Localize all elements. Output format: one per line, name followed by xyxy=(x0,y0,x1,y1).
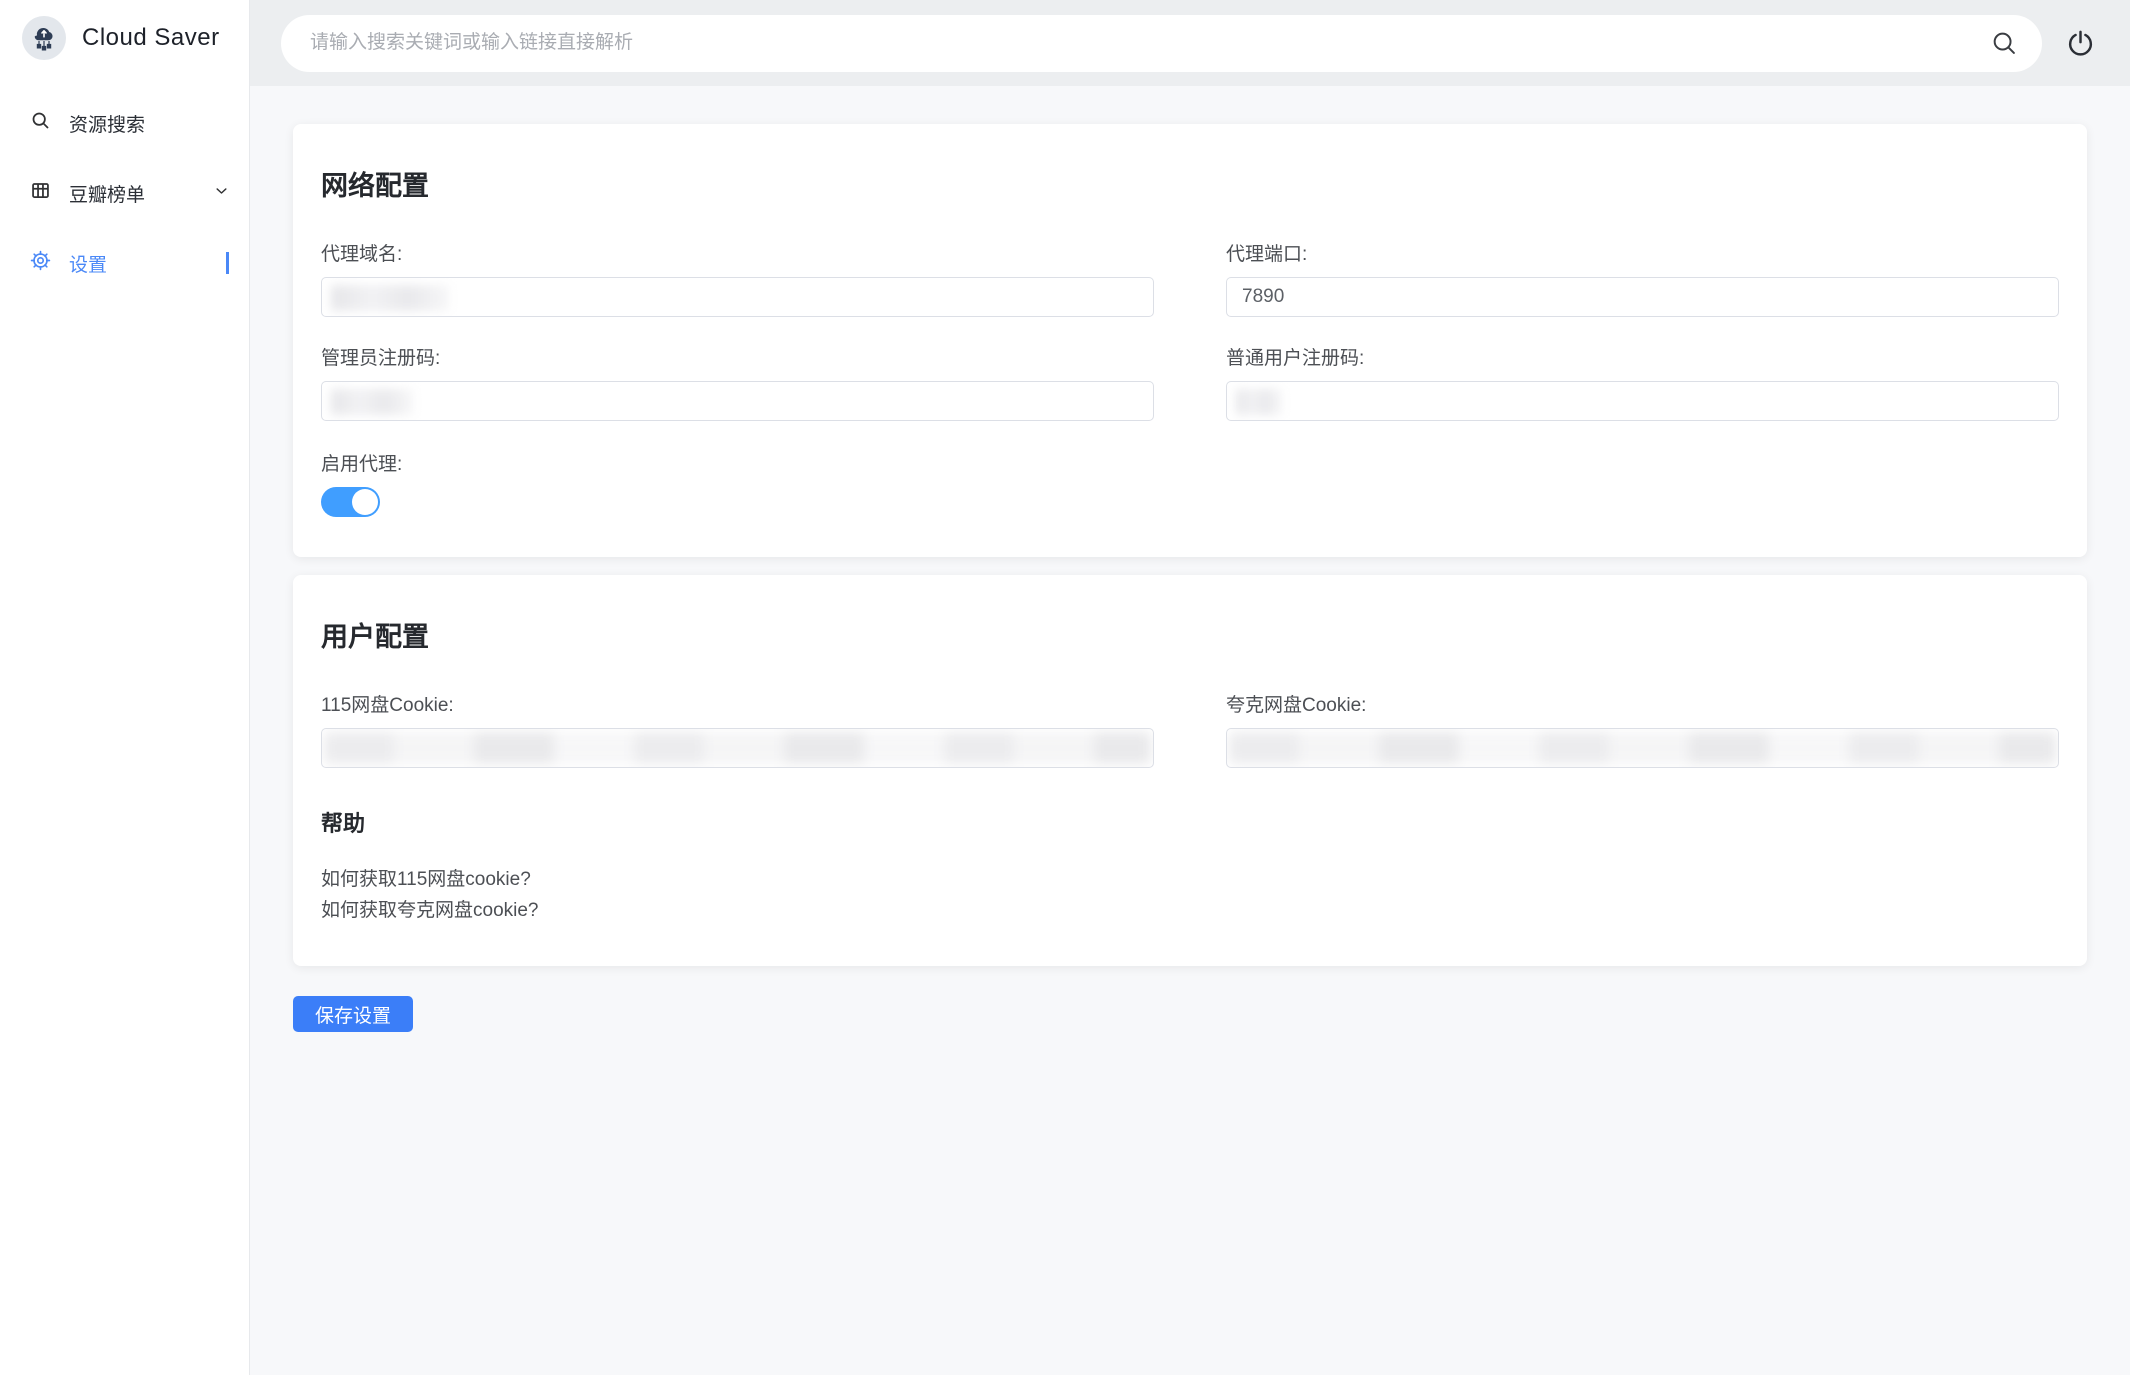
proxy-domain-field: 代理域名: xyxy=(321,239,1154,317)
chevron-down-icon xyxy=(214,182,229,204)
cookie-quark-label: 夸克网盘Cookie: xyxy=(1226,690,2059,717)
sidebar-item-settings[interactable]: 设置 xyxy=(0,238,249,288)
top-bar xyxy=(250,0,2130,86)
user-code-label: 普通用户注册码: xyxy=(1226,343,2059,370)
app-logo-row: Cloud Saver xyxy=(0,0,249,74)
redacted-value xyxy=(1236,389,1282,415)
sidebar-item-label: 资源搜索 xyxy=(69,110,229,137)
search-submit-icon[interactable] xyxy=(1990,29,2018,62)
admin-code-field: 管理员注册码: xyxy=(321,343,1154,421)
grid-icon xyxy=(30,180,51,207)
proxy-port-input[interactable] xyxy=(1227,278,2058,316)
cookie-115-field: 115网盘Cookie: xyxy=(321,690,1154,768)
redacted-value xyxy=(331,285,449,311)
network-config-card: 网络配置 代理域名: 代理端口: 管 xyxy=(293,124,2087,557)
cookie-quark-input[interactable] xyxy=(1226,728,2059,768)
save-settings-button[interactable]: 保存设置 xyxy=(293,996,413,1032)
cookie-115-label: 115网盘Cookie: xyxy=(321,690,1154,717)
sidebar-item-label: 设置 xyxy=(69,250,207,277)
user-config-card: 用户配置 115网盘Cookie: 夸克网盘Cookie: xyxy=(293,575,2087,966)
admin-code-input[interactable] xyxy=(321,381,1154,421)
proxy-domain-input[interactable] xyxy=(321,277,1154,317)
network-config-title: 网络配置 xyxy=(321,164,2059,203)
cookie-quark-field: 夸克网盘Cookie: xyxy=(1226,690,2059,768)
enable-proxy-field: 启用代理: xyxy=(321,449,2059,517)
app-title: Cloud Saver xyxy=(82,24,220,52)
search-bar xyxy=(281,15,2042,72)
proxy-port-label: 代理端口: xyxy=(1226,239,2059,266)
search-input[interactable] xyxy=(281,15,2042,72)
power-logout-button[interactable] xyxy=(2054,17,2106,69)
help-link-quark-cookie[interactable]: 如何获取夸克网盘cookie? xyxy=(321,895,2059,926)
enable-proxy-toggle[interactable] xyxy=(321,487,380,517)
sidebar: Cloud Saver 资源搜索 豆瓣榜单 xyxy=(0,0,250,1375)
user-config-title: 用户配置 xyxy=(321,615,2059,654)
user-code-field: 普通用户注册码: xyxy=(1226,343,2059,421)
cloud-saver-logo-icon xyxy=(22,16,66,60)
search-icon xyxy=(30,110,51,137)
enable-proxy-label: 启用代理: xyxy=(321,449,2059,476)
admin-code-label: 管理员注册码: xyxy=(321,343,1154,370)
toggle-knob xyxy=(352,489,378,515)
redacted-value xyxy=(324,732,1151,764)
sidebar-nav: 资源搜索 豆瓣榜单 xyxy=(0,74,249,288)
settings-page: 网络配置 代理域名: 代理端口: 管 xyxy=(250,86,2130,1375)
sidebar-item-label: 豆瓣榜单 xyxy=(69,180,196,207)
text-cursor xyxy=(226,252,229,274)
app-window: Cloud Saver 资源搜索 豆瓣榜单 xyxy=(0,0,2130,1375)
gear-icon xyxy=(30,250,51,277)
redacted-value xyxy=(1229,732,2056,764)
sidebar-item-resource-search[interactable]: 资源搜索 xyxy=(0,98,249,148)
help-link-115-cookie[interactable]: 如何获取115网盘cookie? xyxy=(321,864,2059,895)
proxy-domain-label: 代理域名: xyxy=(321,239,1154,266)
help-title: 帮助 xyxy=(321,806,2059,838)
user-code-input[interactable] xyxy=(1226,381,2059,421)
redacted-value xyxy=(331,389,413,415)
cookie-115-input[interactable] xyxy=(321,728,1154,768)
content-column: 网络配置 代理域名: 代理端口: 管 xyxy=(250,0,2130,1375)
proxy-port-field: 代理端口: xyxy=(1226,239,2059,317)
sidebar-item-douban-list[interactable]: 豆瓣榜单 xyxy=(0,168,249,218)
